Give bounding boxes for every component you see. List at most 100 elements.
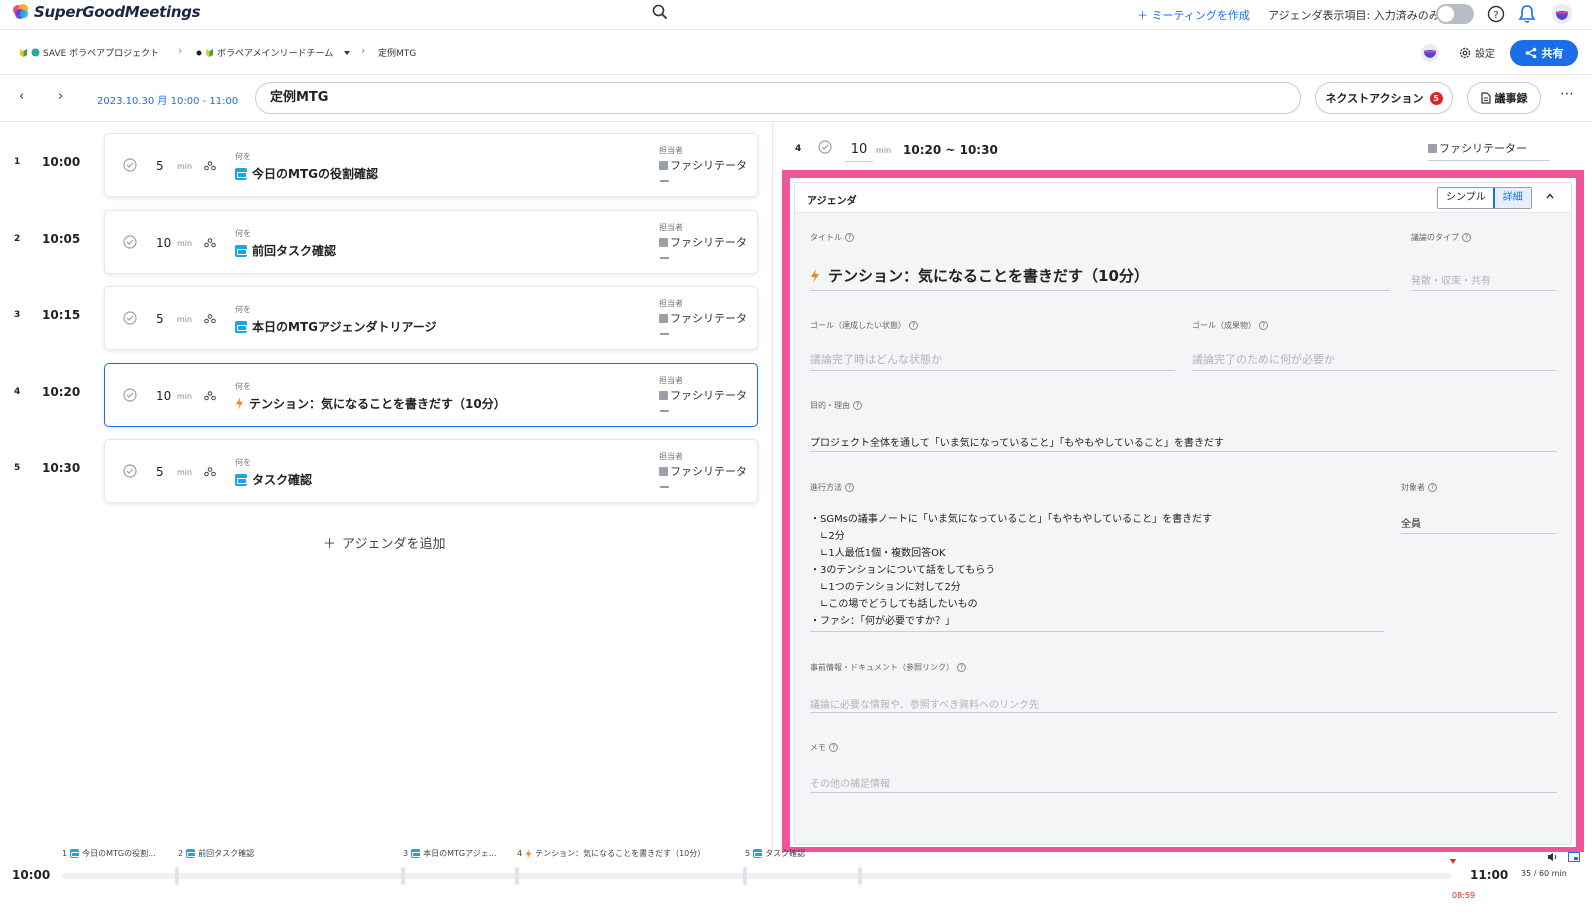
type-field[interactable]: 発散・収束・共有 <box>1411 263 1557 291</box>
agenda-card[interactable]: 5 min 何を タスク確認 担当者 ファシリテーター <box>104 439 758 503</box>
user-avatar[interactable] <box>1552 4 1572 24</box>
next-action-count-badge: 5 <box>1429 91 1443 105</box>
view-detail-button[interactable]: 詳細 <box>1492 188 1531 208</box>
member-avatar[interactable] <box>1421 44 1439 62</box>
breadcrumb-team[interactable]: ボラペアメインリードチーム <box>196 46 352 59</box>
timeline-item[interactable]: 3 本日のMTGアジェ... <box>403 848 496 859</box>
share-button[interactable]: 共有 <box>1510 40 1578 66</box>
next-action-button[interactable]: ネクストアクション 5 <box>1315 82 1453 114</box>
question-icon[interactable]: ? <box>845 233 854 242</box>
plus-icon: ＋ <box>323 537 337 552</box>
question-icon[interactable]: ? <box>1462 233 1471 242</box>
lightning-icon <box>811 268 819 283</box>
discuss-icon <box>70 849 81 858</box>
agenda-owner[interactable]: ファシリテーター <box>659 158 749 190</box>
complete-check-icon[interactable] <box>123 464 137 478</box>
prev-meeting-arrow-icon[interactable]: ‹ <box>19 89 24 104</box>
search-icon[interactable] <box>652 4 668 20</box>
people-icon[interactable] <box>204 161 216 171</box>
complete-check-icon[interactable] <box>123 388 137 402</box>
agenda-card[interactable]: 5 min 何を 本日のMTGアジェンダトリアージ 担当者 ファシリテーター <box>104 286 758 350</box>
title-field[interactable]: テンション：気になることを書きだす（10分） <box>810 259 1390 291</box>
agenda-number: 2 <box>14 234 21 244</box>
meeting-header: ‹ › 2023.10.30 月 10:00 - 11:00 定例MTG ネクス… <box>0 76 1592 122</box>
detail-owner-value: ファシリテーター <box>1439 142 1527 155</box>
discuss-icon <box>753 849 764 858</box>
agenda-duration[interactable]: 5 <box>156 465 164 479</box>
agenda-time: 10:00 <box>42 155 81 169</box>
minutes-button[interactable]: 議事録 <box>1467 82 1541 114</box>
speaker-icon[interactable] <box>1547 852 1559 862</box>
type-field-label: 議論のタイプ? <box>1411 232 1471 243</box>
agenda-card[interactable]: 5 min 何を 今日のMTGの役割確認 担当者 ファシリテーター <box>104 133 758 197</box>
help-icon[interactable]: ? <box>1487 5 1505 23</box>
timeline-handle[interactable] <box>743 867 747 885</box>
discuss-icon <box>235 167 247 180</box>
question-icon[interactable]: ? <box>909 321 918 330</box>
question-icon[interactable]: ? <box>957 663 966 672</box>
create-meeting-link[interactable]: ＋ ミーティングを作成 <box>1137 7 1250 23</box>
agenda-duration[interactable]: 5 <box>156 312 164 326</box>
panel-header: アジェンダ シンプル 詳細 <box>795 183 1571 213</box>
timeline-handle[interactable] <box>515 867 519 885</box>
detail-duration-input[interactable]: 10 <box>845 138 873 162</box>
question-icon[interactable]: ? <box>845 483 854 492</box>
complete-check-icon[interactable] <box>818 140 832 154</box>
agenda-owner[interactable]: ファシリテーター <box>659 388 749 420</box>
agenda-owner[interactable]: ファシリテーター <box>659 464 749 496</box>
agenda-card[interactable]: 10 min 何を 前回タスク確認 担当者 ファシリテーター <box>104 210 758 274</box>
method-field[interactable]: ・SGMsの議事ノートに「いま気になっていること」「もやもやしていること」を書き… <box>810 508 1384 632</box>
timeline-track[interactable] <box>62 873 1452 879</box>
agenda-duration[interactable]: 10 <box>156 389 171 403</box>
question-icon[interactable]: ? <box>1259 321 1268 330</box>
agenda-display-toggle[interactable] <box>1436 4 1474 24</box>
question-icon[interactable]: ? <box>829 743 838 752</box>
goal-state-field[interactable]: 議論完了時はどんな状態か <box>810 343 1175 371</box>
detail-owner-field[interactable]: ファシリテーター <box>1428 140 1550 161</box>
timeline-item[interactable]: 1 今日のMTGの役割... <box>62 848 156 859</box>
agenda-owner-text: ファシリテーター <box>659 159 747 188</box>
people-icon[interactable] <box>204 467 216 477</box>
what-label: 何を <box>235 458 251 467</box>
goal-output-placeholder: 議論完了のために何が必要か <box>1192 353 1335 366</box>
bell-icon[interactable] <box>1518 4 1536 24</box>
purpose-field[interactable]: プロジェクト全体を通して「いま気になっていること」「もやもやしていること」を書き… <box>810 426 1557 452</box>
target-field[interactable]: 全員 <box>1401 508 1557 534</box>
chevron-up-icon[interactable] <box>1545 191 1555 201</box>
goal-output-field[interactable]: 議論完了のために何が必要か <box>1192 343 1557 371</box>
people-icon[interactable] <box>204 238 216 248</box>
timeline-item[interactable]: 2 前回タスク確認 <box>178 848 254 859</box>
add-agenda-button[interactable]: ＋ アジェンダを追加 <box>323 533 446 552</box>
question-icon[interactable]: ? <box>853 401 862 410</box>
timeline-handle[interactable] <box>858 867 862 885</box>
people-icon[interactable] <box>204 314 216 324</box>
docs-field[interactable]: 議論に必要な情報や、参照すべき資料へのリンク先 <box>810 687 1557 713</box>
complete-check-icon[interactable] <box>123 235 137 249</box>
timeline-handle[interactable] <box>175 867 179 885</box>
meeting-date[interactable]: 2023.10.30 月 10:00 - 11:00 <box>97 92 238 107</box>
breadcrumb-project[interactable]: SAVE ボラペアプロジェクト <box>19 46 159 59</box>
memo-field[interactable]: その他の補足情報 <box>810 767 1557 793</box>
window-icon[interactable] <box>1568 852 1580 862</box>
complete-check-icon[interactable] <box>123 311 137 325</box>
agenda-owner[interactable]: ファシリテーター <box>659 311 749 343</box>
more-options-icon[interactable]: ⋯ <box>1560 86 1574 102</box>
chevron-down-icon[interactable] <box>342 49 352 57</box>
pane-divider[interactable] <box>772 122 773 852</box>
timeline-item[interactable]: 5 タスク確認 <box>745 848 805 859</box>
complete-check-icon[interactable] <box>123 158 137 172</box>
app-logo[interactable]: SuperGoodMeetings <box>12 3 201 21</box>
timeline-handle[interactable] <box>401 867 405 885</box>
agenda-duration[interactable]: 10 <box>156 236 171 250</box>
meeting-title-input[interactable]: 定例MTG <box>255 82 1301 114</box>
next-meeting-arrow-icon[interactable]: › <box>58 89 63 104</box>
lightning-icon <box>235 397 244 410</box>
timeline-item[interactable]: 4 テンション：気になることを書きだす（10分） <box>517 848 705 859</box>
question-icon[interactable]: ? <box>1428 483 1437 492</box>
view-simple-button[interactable]: シンプル <box>1438 188 1494 208</box>
settings-button[interactable]: 設定 <box>1459 45 1495 60</box>
agenda-duration[interactable]: 5 <box>156 159 164 173</box>
agenda-card[interactable]: 10 min 何を テンション：気になることを書きだす（10分） 担当者 ファシ… <box>104 363 758 427</box>
people-icon[interactable] <box>204 391 216 401</box>
agenda-owner[interactable]: ファシリテーター <box>659 235 749 267</box>
